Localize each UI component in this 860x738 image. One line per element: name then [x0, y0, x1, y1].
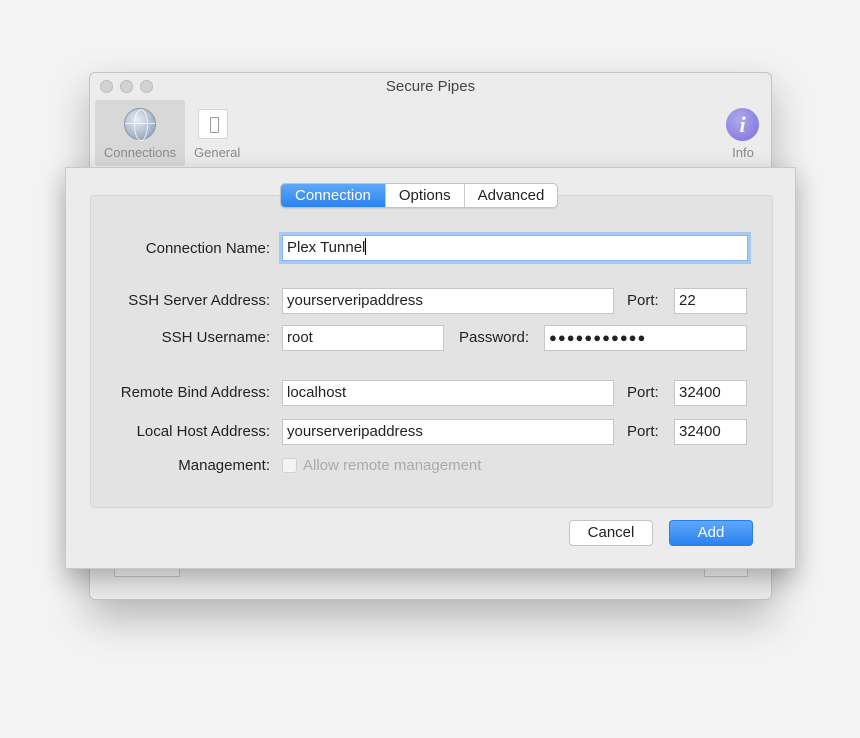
- remote-port-label: Port:: [627, 384, 659, 401]
- toolbar-info[interactable]: i Info: [720, 100, 766, 166]
- management-label: Management:: [178, 457, 270, 474]
- remote-port-input[interactable]: 32400: [674, 380, 747, 406]
- local-port-label: Port:: [627, 423, 659, 440]
- connection-name-input[interactable]: Plex Tunnel: [282, 235, 748, 261]
- ssh-server-label: SSH Server Address:: [128, 292, 270, 309]
- ssh-port-label: Port:: [627, 292, 659, 309]
- password-label: Password:: [459, 329, 530, 346]
- tab-bar: Connection Options Advanced: [280, 183, 559, 208]
- tab-connection[interactable]: Connection: [281, 184, 385, 207]
- cancel-button[interactable]: Cancel: [569, 520, 653, 546]
- connection-name-label: Connection Name:: [145, 240, 270, 257]
- toolbar-connections-label: Connections: [103, 145, 177, 160]
- text-caret: [365, 238, 367, 255]
- local-host-label: Local Host Address:: [136, 423, 270, 440]
- local-port-input[interactable]: 32400: [674, 419, 747, 445]
- toolbar-info-label: Info: [732, 145, 754, 160]
- local-host-input[interactable]: yourserveripaddress: [282, 419, 614, 445]
- remote-bind-label: Remote Bind Address:: [120, 384, 270, 401]
- password-input[interactable]: ●●●●●●●●●●●: [544, 325, 747, 351]
- ssh-username-label: SSH Username:: [161, 329, 270, 346]
- toolbar-connections[interactable]: Connections: [95, 100, 185, 166]
- ssh-port-input[interactable]: 22: [674, 288, 747, 314]
- info-icon: i: [726, 108, 759, 141]
- globe-icon: [124, 108, 156, 141]
- minimize-window-button[interactable]: [120, 80, 133, 93]
- toolbar-general-label: General: [194, 145, 241, 160]
- add-button[interactable]: Add: [669, 520, 753, 546]
- switch-icon: [198, 109, 228, 139]
- toolbar-general[interactable]: General: [194, 100, 240, 166]
- zoom-window-button[interactable]: [140, 80, 153, 93]
- connection-sheet: Connection Options Advanced Connection N…: [65, 167, 796, 569]
- tab-options[interactable]: Options: [384, 184, 464, 207]
- tab-advanced[interactable]: Advanced: [463, 184, 558, 207]
- ssh-server-input[interactable]: yourserveripaddress: [282, 288, 614, 314]
- remote-bind-input[interactable]: localhost: [282, 380, 614, 406]
- window-title: Secure Pipes: [385, 78, 476, 95]
- allow-remote-management-checkbox[interactable]: [282, 458, 297, 473]
- allow-remote-management-label: Allow remote management: [303, 457, 482, 474]
- ssh-username-input[interactable]: root: [282, 325, 444, 351]
- close-window-button[interactable]: [100, 80, 113, 93]
- connection-name-value: Plex Tunnel: [287, 239, 366, 256]
